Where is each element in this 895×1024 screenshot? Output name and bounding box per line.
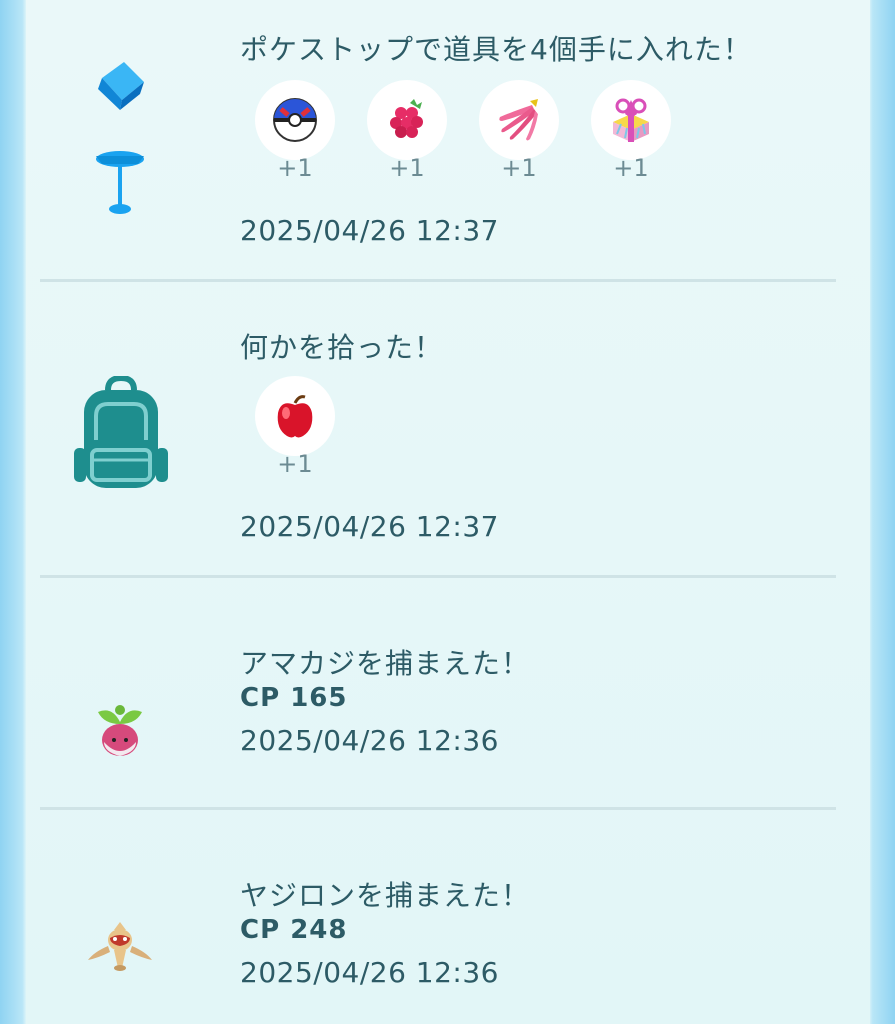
- entry-title: ポケストップで道具を4個手に入れた！: [240, 33, 752, 66]
- combat-power: CP 165: [240, 683, 348, 713]
- pokestop-icon: [88, 56, 152, 221]
- item-count: +1: [277, 154, 313, 182]
- great-ball-icon: [255, 80, 335, 160]
- nanab-berry-icon: [479, 80, 559, 160]
- entry-timestamp: 2025/04/26 12:36: [240, 724, 499, 757]
- reward-item: +1: [255, 376, 335, 478]
- journal-panel: ポケストップで道具を4個手に入れた！ +1 +1 +1 +1 2025/04/2…: [26, 0, 870, 1024]
- entry-timestamp: 2025/04/26 12:36: [240, 956, 499, 989]
- bounsweet-icon: [92, 702, 148, 760]
- baltoy-icon: [84, 918, 156, 978]
- combat-power: CP 248: [240, 915, 348, 945]
- entry-timestamp: 2025/04/26 12:37: [240, 510, 499, 543]
- journal-entry-catch-baltoy[interactable]: ヤジロンを捕まえた！ CP 248 2025/04/26 12:36: [26, 810, 870, 1024]
- razz-berry-icon: [367, 80, 447, 160]
- item-count: +1: [613, 154, 649, 182]
- gift-icon: [591, 80, 671, 160]
- reward-item: +1: [591, 80, 671, 182]
- apple-icon: [255, 376, 335, 456]
- reward-item: +1: [367, 80, 447, 182]
- journal-entry-catch-bounsweet[interactable]: アマカジを捕まえた！ CP 165 2025/04/26 12:36: [26, 578, 870, 808]
- journal-entry-found-item[interactable]: 何かを拾った！ +1 2025/04/26 12:37: [26, 282, 870, 576]
- entry-timestamp: 2025/04/26 12:37: [240, 214, 499, 247]
- entry-title: ヤジロンを捕まえた！: [240, 879, 531, 912]
- reward-item: +1: [479, 80, 559, 182]
- journal-entry-pokestop[interactable]: ポケストップで道具を4個手に入れた！ +1 +1 +1 +1 2025/04/2…: [26, 0, 870, 282]
- backpack-icon: [72, 374, 170, 490]
- item-count: +1: [389, 154, 425, 182]
- item-count: +1: [277, 450, 313, 478]
- item-count: +1: [501, 154, 537, 182]
- reward-item: +1: [255, 80, 335, 182]
- entry-title: 何かを拾った！: [240, 331, 444, 364]
- entry-title: アマカジを捕まえた！: [240, 647, 531, 680]
